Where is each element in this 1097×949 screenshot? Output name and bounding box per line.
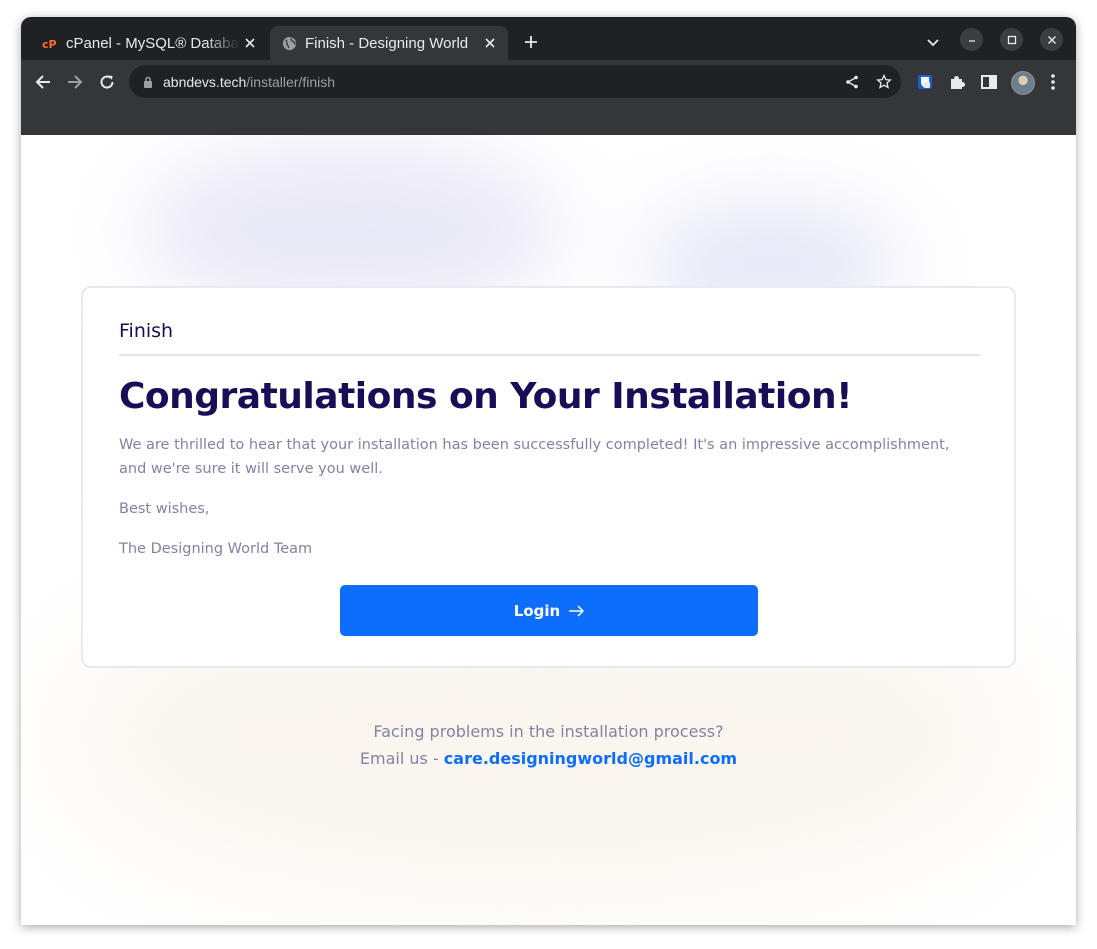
new-tab-plus-icon[interactable] — [521, 32, 541, 52]
tab-finish[interactable]: Finish - Designing World — [270, 26, 508, 60]
more-menu-icon[interactable] — [1043, 72, 1063, 92]
tab-title: Finish - Designing World — [305, 34, 469, 52]
support-question: Facing problems in the installation proc… — [373, 722, 724, 741]
success-message: We are thrilled to hear that your instal… — [119, 437, 950, 477]
login-button-label: Login — [513, 601, 561, 620]
card-title: Finish — [119, 320, 174, 342]
divider — [119, 354, 980, 356]
page-content: Finish Congratulations on Your Installat… — [21, 135, 1076, 925]
closing-text: Best wishes, — [119, 501, 210, 517]
extensions-puzzle-icon[interactable] — [947, 72, 967, 92]
close-window-icon[interactable] — [1040, 28, 1063, 51]
minimize-icon[interactable] — [960, 28, 983, 51]
svg-text:cP: cP — [42, 38, 57, 49]
tab-cpanel[interactable]: cP cPanel - MySQL® Databases — [31, 26, 268, 60]
login-button[interactable]: Login — [340, 585, 758, 636]
tab-title: cPanel - MySQL® Databases — [66, 34, 240, 52]
lock-icon[interactable] — [143, 76, 153, 88]
browser-window: cP cPanel - MySQL® Databases Finish - De… — [21, 17, 1076, 925]
reload-icon[interactable] — [97, 72, 117, 92]
maximize-icon[interactable] — [1000, 28, 1023, 51]
support-email-line: Email us - care.designingworld@gmail.com — [21, 745, 1076, 772]
close-icon[interactable] — [480, 33, 500, 53]
chevron-down-icon[interactable] — [923, 33, 943, 53]
share-icon[interactable] — [843, 73, 861, 91]
profile-avatar[interactable] — [1011, 71, 1035, 95]
close-icon[interactable] — [240, 33, 260, 53]
address-bar[interactable]: abndevs.tech/installer/finish — [129, 65, 901, 98]
bookmarks-bar — [21, 104, 1076, 135]
back-arrow-icon[interactable] — [33, 72, 53, 92]
url-text: abndevs.tech/installer/finish — [163, 73, 335, 90]
arrow-right-icon — [569, 604, 585, 617]
bookmark-star-icon[interactable] — [875, 73, 893, 91]
cpanel-icon: cP — [42, 35, 58, 51]
support-footer: Facing problems in the installation proc… — [21, 718, 1076, 772]
finish-card: Finish Congratulations on Your Installat… — [81, 286, 1016, 668]
email-prefix: Email us - — [359, 749, 444, 768]
signature-text: The Designing World Team — [119, 541, 313, 557]
support-email-link[interactable]: care.designingworld@gmail.com — [444, 749, 737, 768]
forward-arrow-icon[interactable] — [65, 72, 85, 92]
browser-toolbar: abndevs.tech/installer/finish — [21, 60, 1076, 104]
bitwarden-extension-icon[interactable] — [915, 72, 935, 92]
tab-strip: cP cPanel - MySQL® Databases Finish - De… — [21, 17, 1076, 60]
side-panel-icon[interactable] — [979, 72, 999, 92]
globe-icon — [281, 35, 297, 51]
page-headline: Congratulations on Your Installation! — [119, 376, 853, 417]
